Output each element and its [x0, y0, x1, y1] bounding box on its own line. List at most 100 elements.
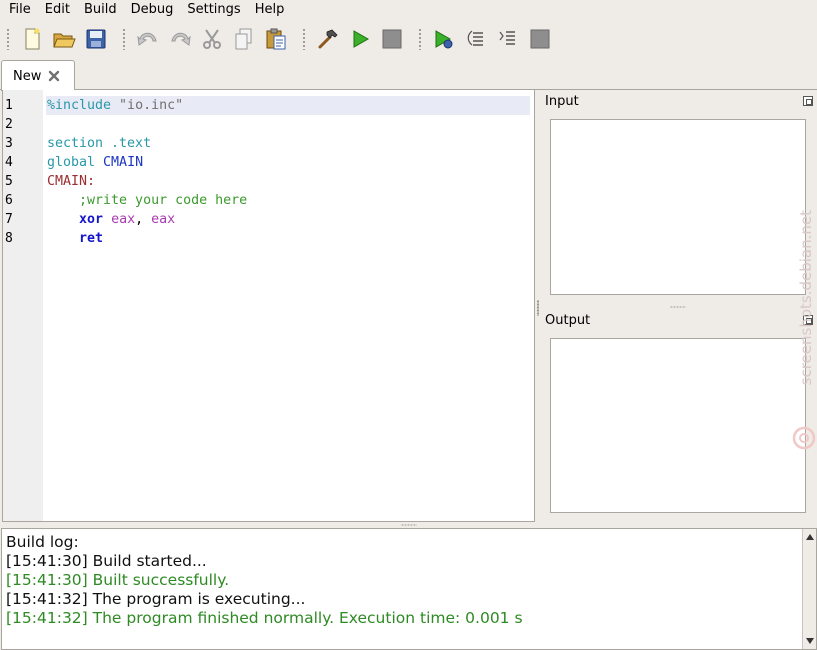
debug-run-icon — [435, 30, 453, 49]
paste-icon — [266, 28, 286, 50]
output-pane-title: Output — [545, 313, 591, 328]
log-splitter-handle[interactable] — [401, 524, 417, 526]
code-line-5[interactable]: CMAIN: — [46, 172, 530, 191]
string-token: "io.inc" — [111, 98, 184, 113]
code-editor[interactable]: 1 2 3 4 5 6 7 8 %include "io.inc" sectio… — [2, 90, 535, 522]
line-number-gutter: 1 2 3 4 5 6 7 8 — [3, 90, 43, 521]
tab-label: New — [13, 68, 42, 84]
open-folder-icon — [53, 33, 76, 48]
build-hammer-icon — [318, 29, 338, 49]
menu-bar: File Edit Build Debug Settings Help — [0, 0, 817, 20]
undo-button[interactable] — [134, 25, 162, 53]
line-number: 3 — [5, 136, 13, 151]
step-over-button[interactable] — [462, 25, 490, 53]
undo-icon — [137, 32, 157, 46]
toolbar — [0, 20, 817, 58]
copy-icon — [235, 28, 252, 50]
debug-stop-icon — [530, 29, 550, 49]
build-button[interactable] — [314, 25, 342, 53]
instruction-token: ret — [79, 231, 104, 246]
watermark: screenshots.debian.net — [792, 210, 816, 450]
code-line-2[interactable] — [46, 115, 530, 134]
tab-new[interactable]: New — [1, 60, 75, 91]
input-field[interactable] — [550, 119, 806, 295]
save-icon — [86, 29, 106, 49]
cut-button[interactable] — [198, 25, 226, 53]
stop-button[interactable] — [378, 25, 406, 53]
debug-button[interactable] — [430, 25, 458, 53]
label-token: CMAIN: — [47, 174, 96, 189]
log-line: [15:41:32] The program is executing... — [6, 590, 306, 608]
instruction-token: xor — [79, 212, 104, 227]
open-button[interactable] — [50, 25, 78, 53]
menu-debug[interactable]: Debug — [124, 0, 181, 20]
io-panel: Input Output — [536, 90, 817, 522]
section-token: section .text — [47, 136, 152, 151]
chevron-down-icon — [805, 638, 814, 644]
debug-stop-button[interactable] — [526, 25, 554, 53]
log-line: [15:41:30] Build started... — [6, 552, 207, 570]
redo-icon — [171, 32, 191, 46]
line-number: 2 — [5, 117, 13, 132]
code-line-4[interactable]: global CMAIN — [46, 153, 530, 172]
vertical-splitter-handle[interactable] — [537, 300, 539, 316]
stop-icon — [382, 29, 402, 49]
code-line-6[interactable]: ;write your code here — [46, 191, 530, 210]
line-number: 1 — [5, 98, 13, 113]
watermark-text: screenshots.debian.net — [797, 210, 815, 385]
new-file-button[interactable] — [18, 25, 46, 53]
code-line-1[interactable]: %include "io.inc" — [46, 96, 530, 115]
toolbar-grip-3[interactable] — [302, 28, 306, 50]
line-number: 5 — [5, 174, 13, 189]
menu-help[interactable]: Help — [248, 0, 292, 20]
line-number: 4 — [5, 155, 13, 170]
redo-button[interactable] — [166, 25, 194, 53]
register-token: eax — [111, 212, 136, 227]
separator-token: , — [135, 212, 152, 227]
code-line-3[interactable]: section .text — [46, 134, 530, 153]
menu-file[interactable]: File — [0, 0, 38, 20]
toolbar-grip[interactable] — [6, 28, 10, 50]
code-area[interactable]: %include "io.inc" section .text global C… — [46, 90, 534, 521]
step-into-icon — [499, 31, 515, 45]
register-token: eax — [151, 212, 176, 227]
log-line: [15:41:30] Built successfully. — [6, 571, 230, 589]
tab-close-button[interactable] — [47, 69, 61, 83]
pane-splitter-handle[interactable] — [670, 306, 686, 308]
close-icon — [49, 70, 60, 82]
new-file-icon — [25, 28, 40, 50]
cut-icon — [203, 29, 221, 49]
step-over-icon — [467, 30, 483, 46]
line-number: 6 — [5, 193, 13, 208]
code-line-7[interactable]: xor eax, eax — [46, 210, 530, 229]
menu-settings[interactable]: Settings — [180, 0, 247, 20]
run-button[interactable] — [346, 25, 374, 53]
scroll-up-button[interactable] — [803, 530, 816, 544]
toolbar-grip-4[interactable] — [418, 28, 422, 50]
run-icon — [353, 30, 370, 48]
debian-swirl-inner — [799, 433, 809, 443]
menu-build[interactable]: Build — [77, 0, 124, 20]
step-into-button[interactable] — [494, 25, 522, 53]
global-token: global — [47, 155, 104, 170]
input-float-button[interactable] — [803, 96, 813, 106]
output-field[interactable] — [550, 338, 806, 513]
copy-button[interactable] — [230, 25, 258, 53]
line-number: 7 — [5, 212, 13, 227]
paste-button[interactable] — [262, 25, 290, 53]
comment-token: ;write your code here — [47, 193, 248, 208]
tab-bar: New — [0, 58, 817, 91]
scroll-down-button[interactable] — [803, 634, 816, 648]
line-number: 8 — [5, 231, 13, 246]
directive-token: %include — [47, 98, 112, 113]
menu-edit[interactable]: Edit — [38, 0, 77, 20]
build-log[interactable]: Build log: [15:41:30] Build started... [… — [1, 528, 817, 650]
log-line: [15:41:32] The program finished normally… — [6, 609, 523, 627]
code-line-8[interactable]: ret — [46, 229, 530, 248]
log-line: Build log: — [6, 533, 79, 551]
save-button[interactable] — [82, 25, 110, 53]
log-scrollbar[interactable] — [802, 529, 816, 649]
toolbar-grip-2[interactable] — [122, 28, 126, 50]
symbol-token: CMAIN — [103, 155, 144, 170]
debian-swirl-icon — [792, 426, 816, 450]
